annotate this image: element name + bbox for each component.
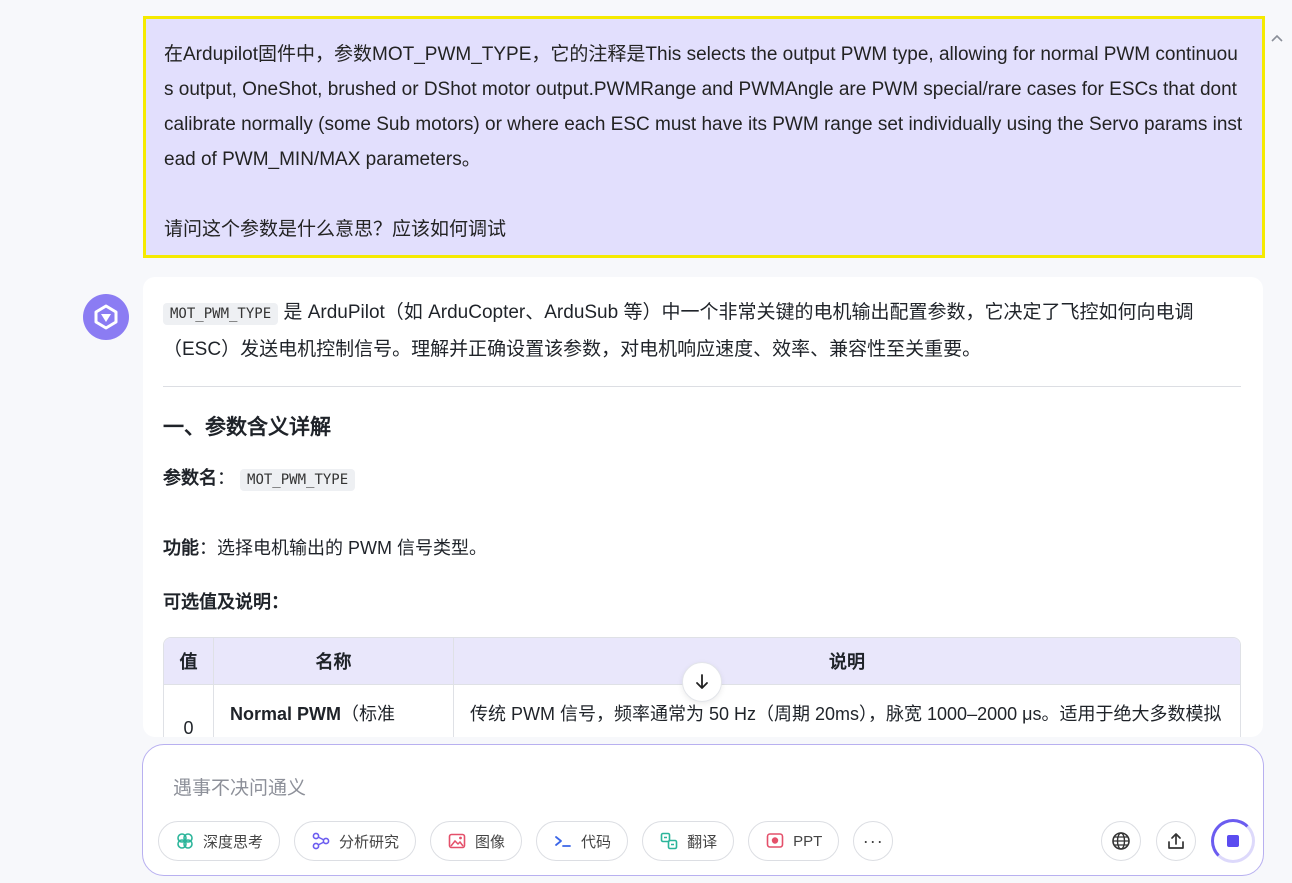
user-message: 在Ardupilot固件中，参数MOT_PWM_TYPE，它的注释是This s… xyxy=(143,16,1265,258)
image-icon xyxy=(447,831,467,851)
inline-code: MOT_PWM_TYPE xyxy=(163,303,279,325)
analysis-research-label: 分析研究 xyxy=(339,833,400,851)
header-value: 值 xyxy=(164,638,214,684)
divider xyxy=(163,386,1241,387)
code-button[interactable]: 代码 xyxy=(536,821,629,861)
image-label: 图像 xyxy=(475,833,506,851)
upload-icon xyxy=(1168,833,1184,849)
user-message-text: 在Ardupilot固件中，参数MOT_PWM_TYPE，它的注释是This s… xyxy=(164,44,1243,170)
arrow-down-icon xyxy=(696,674,708,689)
section-title: 一、参数含义详解 xyxy=(163,416,331,439)
translate-label: 翻译 xyxy=(687,833,718,851)
cell-value: 0 xyxy=(164,685,214,737)
globe-icon xyxy=(1112,832,1130,850)
more-tools-button[interactable]: ··· xyxy=(853,821,894,861)
ppt-label: PPT xyxy=(793,832,823,850)
research-nodes-icon xyxy=(311,831,331,851)
deep-think-label: 深度思考 xyxy=(203,833,264,851)
image-button[interactable]: 图像 xyxy=(430,821,523,861)
cell-name: Normal PWM（标准 xyxy=(214,685,454,737)
function-text: ：选择电机输出的 PWM 信号类型。 xyxy=(199,538,487,558)
code-label: 代码 xyxy=(581,833,612,851)
function-label: 功能 xyxy=(163,538,199,558)
stop-generating-button[interactable] xyxy=(1211,819,1255,863)
tongyi-logo-icon xyxy=(94,304,118,330)
options-line: 可选值及说明： xyxy=(163,587,1241,617)
param-name-label: 参数名 xyxy=(163,468,217,488)
ppt-icon xyxy=(765,831,785,851)
function-line: 功能：选择电机输出的 PWM 信号类型。 xyxy=(163,533,1241,563)
cell-name-bold: Normal PWM xyxy=(230,704,342,724)
user-question: 请问这个参数是什么意思？应该如何调试 xyxy=(164,219,507,240)
analysis-research-button[interactable]: 分析研究 xyxy=(294,821,417,861)
translate-button[interactable]: 翻译 xyxy=(642,821,735,861)
assistant-avatar xyxy=(83,294,129,340)
answer-intro: MOT_PWM_TYPE 是 ArduPilot（如 ArduCopter、Ar… xyxy=(163,295,1241,368)
cell-desc: 传统 PWM 信号，频率通常为 50 Hz（周期 20ms），脉宽 1000–2… xyxy=(470,704,1222,724)
header-desc: 说明 xyxy=(829,652,865,672)
chat-input[interactable] xyxy=(173,775,1073,803)
header-name: 名称 xyxy=(214,638,454,684)
param-sep: ： xyxy=(217,468,235,488)
web-search-button[interactable] xyxy=(1101,821,1141,861)
intro-text: 是 ArduPilot（如 ArduCopter、ArduSub 等）中一个非常… xyxy=(163,302,1194,360)
upload-button[interactable] xyxy=(1156,821,1196,861)
deep-think-icon xyxy=(175,831,195,851)
tool-bar: 深度思考 分析研究 图像 代码 翻译 PPT ··· xyxy=(158,821,894,861)
cell-name-rest: （标准 xyxy=(341,704,396,724)
deep-think-button[interactable]: 深度思考 xyxy=(158,821,281,861)
translate-icon xyxy=(659,831,679,851)
progress-ring xyxy=(1211,819,1255,863)
chevron-up-icon[interactable] xyxy=(1268,28,1286,46)
more-icon: ··· xyxy=(862,830,884,851)
param-name-code: MOT_PWM_TYPE xyxy=(240,469,356,491)
scroll-down-button[interactable] xyxy=(682,662,722,702)
code-terminal-icon xyxy=(553,831,573,851)
composer: 深度思考 分析研究 图像 代码 翻译 xyxy=(142,744,1264,876)
options-label: 可选值及说明： xyxy=(163,592,289,612)
param-name-line: 参数名： MOT_PWM_TYPE xyxy=(163,463,1241,495)
ppt-button[interactable]: PPT xyxy=(748,821,840,861)
